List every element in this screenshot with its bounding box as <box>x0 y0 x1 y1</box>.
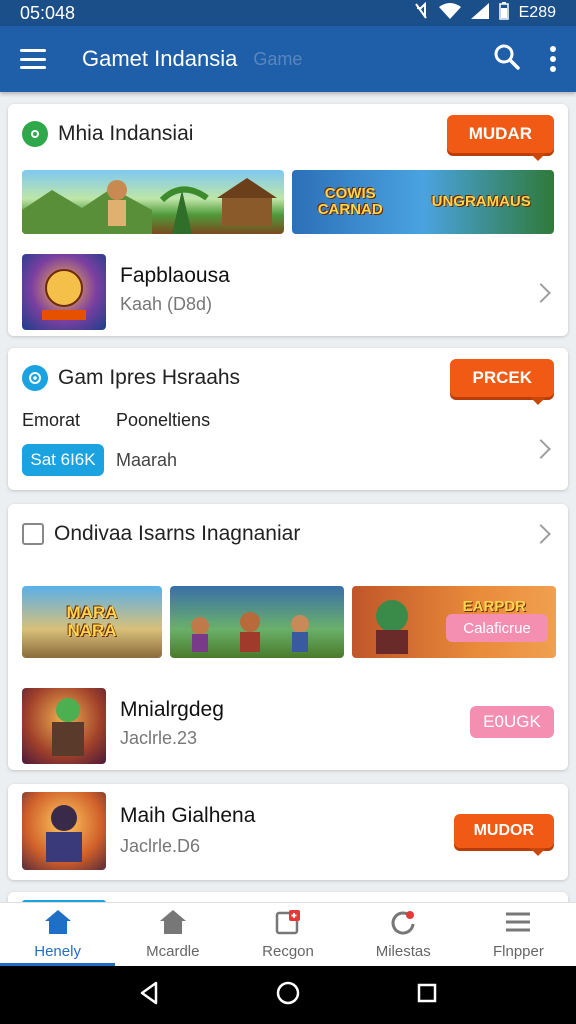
game-badge-icon <box>22 121 48 147</box>
label-right: Pooneltiens <box>116 410 211 430</box>
nav-item-milestas[interactable]: Milestas <box>346 903 461 966</box>
battery-text: E289 <box>518 4 556 21</box>
game-subtitle: Jaclrle.23 <box>120 728 198 748</box>
checkbox-icon[interactable] <box>22 523 44 545</box>
wifi-icon <box>438 2 461 24</box>
game-card-3: Ondivaa Isarns Inagnaniar MARA NARA EARP… <box>8 504 568 770</box>
game-banner-right[interactable]: COWIS CARNAD UNGRAMAUS <box>292 170 554 234</box>
game-thumbnail[interactable] <box>22 254 106 330</box>
game-subtitle: Jaclrle.D6 <box>120 836 201 856</box>
refresh-icon <box>389 909 417 939</box>
game-banner-1[interactable]: MARA NARA <box>22 586 162 658</box>
hamburger-menu-icon[interactable] <box>20 49 46 69</box>
battery-icon <box>498 1 509 25</box>
game-subtitle: Kaah (D8d) <box>120 294 213 314</box>
nav-label: Mcardle <box>146 943 200 960</box>
house-icon <box>159 909 187 939</box>
pill-caption: Maarah <box>116 450 178 470</box>
recents-icon[interactable] <box>416 982 438 1009</box>
card-title: Mhia Indansiai <box>58 122 194 145</box>
card-header: Ondivaa Isarns Inagnaniar <box>8 504 568 564</box>
game-card-4: Maih Gialhena Jaclrle.D6 MUDOR <box>8 784 568 880</box>
status-bar: 05:048 E289 <box>0 0 576 26</box>
game-title[interactable]: Mnialrgdeg <box>120 698 224 722</box>
game-thumbnail[interactable] <box>22 792 106 870</box>
game-banner-2[interactable] <box>170 586 344 658</box>
card-title: Gam Ipres Hsraahs <box>58 366 241 389</box>
game-thumbnail[interactable] <box>22 688 106 764</box>
prcek-button[interactable]: PRCEK <box>450 359 554 405</box>
status-pill[interactable]: Sat 6I6K <box>22 444 104 476</box>
game-banner-left[interactable] <box>22 170 284 234</box>
home-icon <box>44 909 72 939</box>
back-icon[interactable] <box>138 981 160 1010</box>
game-card-5 <box>8 892 568 902</box>
game-banner-3[interactable]: EARPDR Calaficrue <box>352 586 556 658</box>
banner-title: MARA NARA <box>66 603 118 640</box>
status-icons: E289 <box>413 1 556 25</box>
nav-label: Henely <box>34 943 81 960</box>
chevron-right-icon[interactable] <box>531 283 551 303</box>
banner-title-1: COWIS CARNAD <box>317 185 383 218</box>
game-title[interactable]: Fapblaousa <box>120 264 230 288</box>
game-title[interactable]: Maih Gialhena <box>120 804 255 828</box>
mute-icon <box>413 1 429 25</box>
nav-item-flnpper[interactable]: Flnpper <box>461 903 576 966</box>
nav-item-mcardle[interactable]: Mcardle <box>115 903 230 966</box>
game-card-2: Gam Ipres Hsraahs PRCEK Emorat Pooneltie… <box>8 348 568 490</box>
home-circle-icon[interactable] <box>276 981 300 1010</box>
nav-label: Recgon <box>262 943 314 960</box>
nav-item-home[interactable]: Henely <box>0 903 116 966</box>
bottom-navigation: Henely Mcardle Recgon Milestas Flnpper <box>0 902 576 966</box>
menu-icon <box>504 909 532 939</box>
label-left: Emorat <box>22 410 81 430</box>
game-card-1: Mhia Indansiai MUDAR COWIS CARNAD UNGRAM… <box>8 104 568 336</box>
more-options-icon[interactable] <box>550 46 556 72</box>
mudor-button[interactable]: MUDOR <box>453 814 554 856</box>
banner-pill[interactable]: Calaficrue <box>446 614 548 642</box>
system-navigation-bar <box>0 966 576 1024</box>
banner-title-2: UNGRAMAUS <box>431 193 531 211</box>
app-subtitle: Game <box>253 48 303 69</box>
game-badge-icon <box>22 365 48 391</box>
card-title: Ondivaa Isarns Inagnaniar <box>54 522 301 545</box>
nav-label: Milestas <box>375 943 431 960</box>
nav-label: Flnpper <box>492 943 544 960</box>
banner-title: EARPDR <box>462 598 526 615</box>
search-icon[interactable] <box>494 44 520 75</box>
card-header: Mhia Indansiai MUDAR <box>8 104 568 164</box>
mudar-button[interactable]: MUDAR <box>446 115 554 161</box>
chevron-right-icon[interactable] <box>531 439 551 459</box>
app-bar: Gamet Indansia Game <box>0 26 576 92</box>
status-time: 05:048 <box>20 2 76 23</box>
signal-icon <box>470 2 489 24</box>
card-header: Gam Ipres Hsraahs PRCEK <box>8 348 568 408</box>
nav-item-recgon[interactable]: Recgon <box>230 903 345 966</box>
gift-icon <box>274 909 302 939</box>
pink-action-button[interactable]: E0UGK <box>470 706 554 738</box>
app-title: Gamet Indansia <box>82 46 238 71</box>
content-feed[interactable]: Mhia Indansiai MUDAR COWIS CARNAD UNGRAM… <box>0 92 576 902</box>
chevron-right-icon[interactable] <box>531 524 551 544</box>
